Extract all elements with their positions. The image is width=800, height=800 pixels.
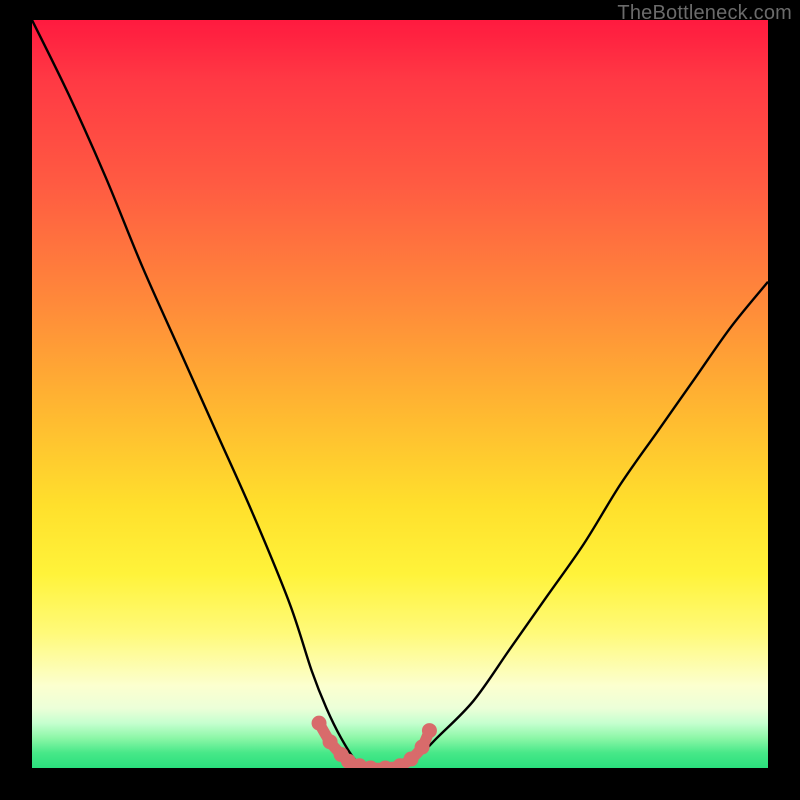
trough-dot bbox=[378, 761, 393, 769]
trough-overlay-dots bbox=[312, 716, 437, 768]
chart-frame: TheBottleneck.com bbox=[0, 0, 800, 800]
trough-dot bbox=[312, 716, 327, 731]
bottleneck-curve bbox=[32, 20, 768, 768]
trough-dot bbox=[422, 723, 437, 738]
trough-dot bbox=[323, 734, 338, 749]
trough-dot bbox=[404, 752, 419, 767]
trough-dot bbox=[415, 740, 430, 755]
chart-plot-area bbox=[32, 20, 768, 768]
chart-svg bbox=[32, 20, 768, 768]
